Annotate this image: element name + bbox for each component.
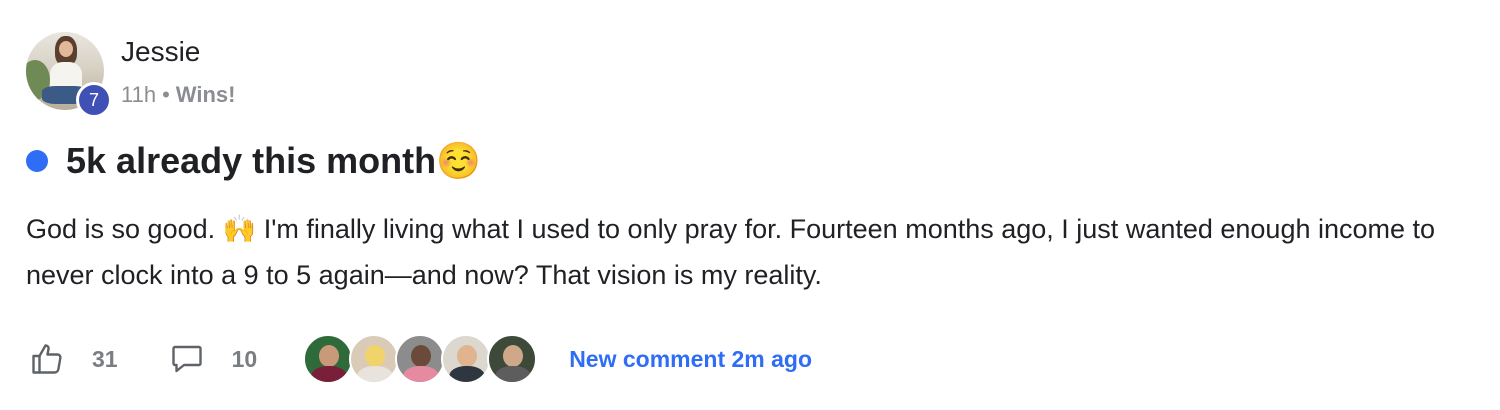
commenter-avatar[interactable]: [395, 334, 446, 384]
post-title[interactable]: 5k already this month☺️: [66, 140, 481, 182]
comment-button[interactable]: 10: [168, 340, 258, 378]
commenter-avatar[interactable]: [303, 334, 354, 384]
thumbs-up-icon[interactable]: [28, 340, 66, 378]
speech-bubble-icon[interactable]: [168, 340, 206, 378]
post-card: 7 Jessie 11h • Wins! 5k already this mon…: [0, 0, 1500, 410]
meta-separator: •: [162, 82, 170, 107]
level-badge: 7: [76, 82, 112, 118]
author-name[interactable]: Jessie: [121, 36, 200, 68]
commenter-avatar[interactable]: [349, 334, 400, 384]
post-meta: 11h • Wins!: [121, 82, 235, 108]
like-button[interactable]: 31: [28, 340, 118, 378]
unread-indicator: [26, 150, 48, 172]
author-avatar[interactable]: 7: [26, 32, 112, 118]
post-time: 11h: [121, 82, 157, 107]
post-category[interactable]: Wins!: [176, 82, 236, 108]
new-comment-link[interactable]: New comment 2m ago: [569, 346, 812, 373]
commenter-avatar[interactable]: [441, 334, 492, 384]
like-count: 31: [92, 345, 118, 372]
commenter-avatar[interactable]: [487, 334, 538, 384]
comment-count: 10: [231, 345, 258, 372]
recent-commenters[interactable]: [303, 334, 538, 384]
post-footer: 31 10 New comment 2m ago: [28, 334, 812, 384]
title-row[interactable]: 5k already this month☺️: [26, 140, 481, 182]
post-body: God is so good. 🙌 I'm finally living wha…: [26, 214, 1436, 290]
